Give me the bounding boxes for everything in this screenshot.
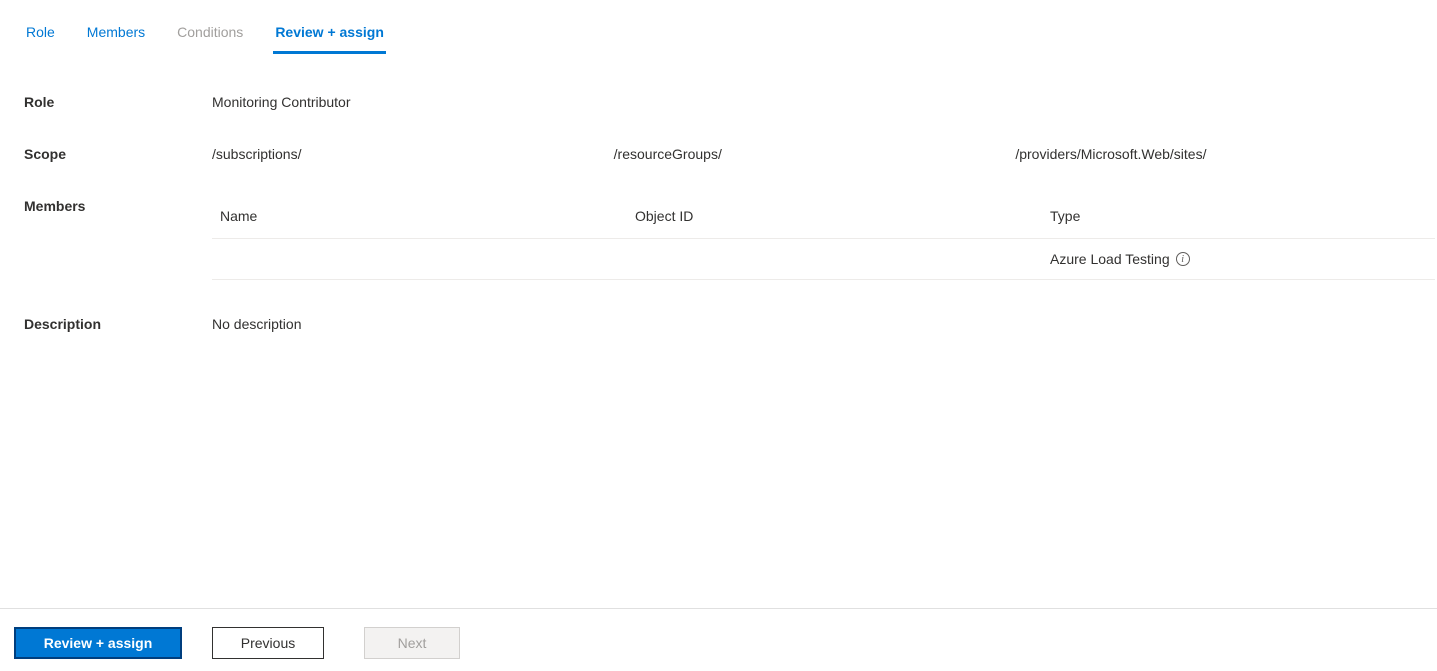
tab-role[interactable]: Role (24, 18, 57, 54)
field-description: Description No description (24, 316, 1437, 332)
scope-value: /subscriptions/ /resourceGroups/ /provid… (212, 146, 1437, 162)
cell-object-id (627, 239, 1042, 280)
review-assign-button[interactable]: Review + assign (14, 627, 182, 659)
next-button: Next (364, 627, 460, 659)
column-object-id: Object ID (627, 198, 1042, 239)
role-label: Role (24, 94, 212, 110)
scope-resource-groups: /resourceGroups/ (614, 146, 1016, 162)
column-type: Type (1042, 198, 1435, 239)
members-table: Name Object ID Type Azure Load Testing i (212, 198, 1435, 280)
scope-label: Scope (24, 146, 212, 162)
members-section: Name Object ID Type Azure Load Testing i (212, 198, 1437, 280)
scope-subscriptions: /subscriptions/ (212, 146, 614, 162)
role-value: Monitoring Contributor (212, 94, 1437, 110)
field-members: Members Name Object ID Type (24, 198, 1437, 280)
field-role: Role Monitoring Contributor (24, 94, 1437, 110)
tab-review-assign[interactable]: Review + assign (273, 18, 386, 54)
description-value: No description (212, 316, 1437, 332)
table-row: Azure Load Testing i (212, 239, 1435, 280)
info-icon[interactable]: i (1176, 252, 1190, 266)
tab-conditions[interactable]: Conditions (175, 18, 245, 54)
tabs-container: Role Members Conditions Review + assign (0, 0, 1437, 54)
description-label: Description (24, 316, 212, 332)
field-scope: Scope /subscriptions/ /resourceGroups/ /… (24, 146, 1437, 162)
previous-button[interactable]: Previous (212, 627, 324, 659)
tab-members[interactable]: Members (85, 18, 147, 54)
cell-type: Azure Load Testing i (1042, 239, 1435, 280)
content-area: Role Monitoring Contributor Scope /subsc… (0, 54, 1437, 332)
footer-bar: Review + assign Previous Next (0, 608, 1437, 671)
scope-providers: /providers/Microsoft.Web/sites/ (1015, 146, 1417, 162)
cell-name (212, 239, 627, 280)
members-label: Members (24, 198, 212, 214)
type-text: Azure Load Testing (1050, 251, 1170, 267)
column-name: Name (212, 198, 627, 239)
